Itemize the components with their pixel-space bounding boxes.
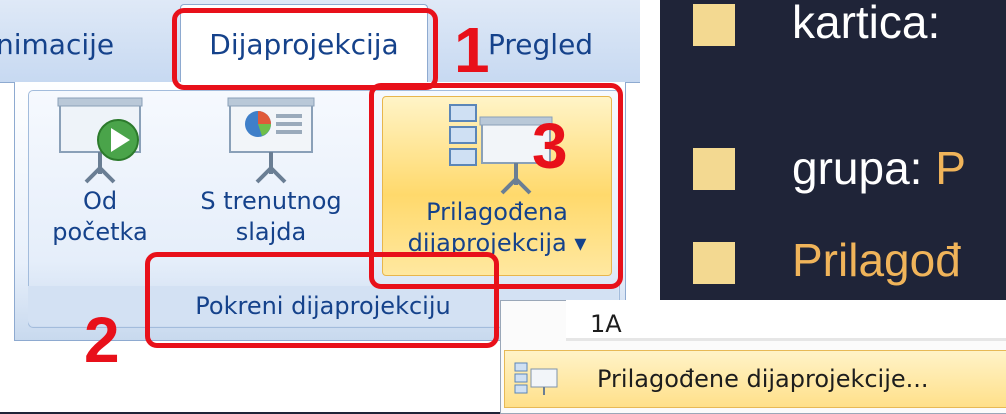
tab-animations[interactable]: nimacije [0, 20, 114, 70]
marker-number-3: 3 [532, 110, 568, 182]
from-current-label-line2: slajda [235, 218, 307, 246]
custom-show-item-1a[interactable]: 1A [590, 306, 622, 342]
bullet-square-2 [693, 148, 735, 190]
from-beginning-button[interactable]: Od početka [40, 96, 160, 276]
projector-slide-icon [227, 97, 315, 184]
from-beginning-label-line1: Od [82, 187, 118, 215]
from-beginning-label-line2: početka [52, 218, 148, 246]
from-current-label-line1: S trenutnog [200, 187, 342, 215]
bullet-text-3: Prilagođ [792, 234, 961, 286]
dropdown-separator [566, 338, 1006, 341]
from-current-slide-button[interactable]: S trenutnog slajda [186, 96, 356, 276]
tab-review[interactable]: Pregled [488, 20, 593, 70]
custom-shows-menu-item[interactable]: Prilagođene dijaprojekcije... [504, 350, 1006, 408]
marker-number-1: 1 [454, 14, 490, 86]
dropdown-gallery-row [566, 300, 1006, 341]
bullet-square-1 [693, 4, 735, 46]
bullet-square-3 [693, 242, 735, 284]
custom-shows-menu-label: Prilagođene dijaprojekcije... [597, 365, 929, 393]
bullet-text-1: kartica: [792, 0, 941, 48]
custom-shows-icon [514, 362, 558, 395]
projector-play-icon [57, 97, 143, 184]
slide-text-area: kartica: grupa: P Prilagođ [660, 0, 1006, 300]
marker-number-2: 2 [84, 304, 120, 376]
highlight-frame-button [369, 83, 623, 289]
highlight-frame-tab [172, 8, 438, 90]
bullet-text-2: grupa: P [792, 142, 966, 194]
